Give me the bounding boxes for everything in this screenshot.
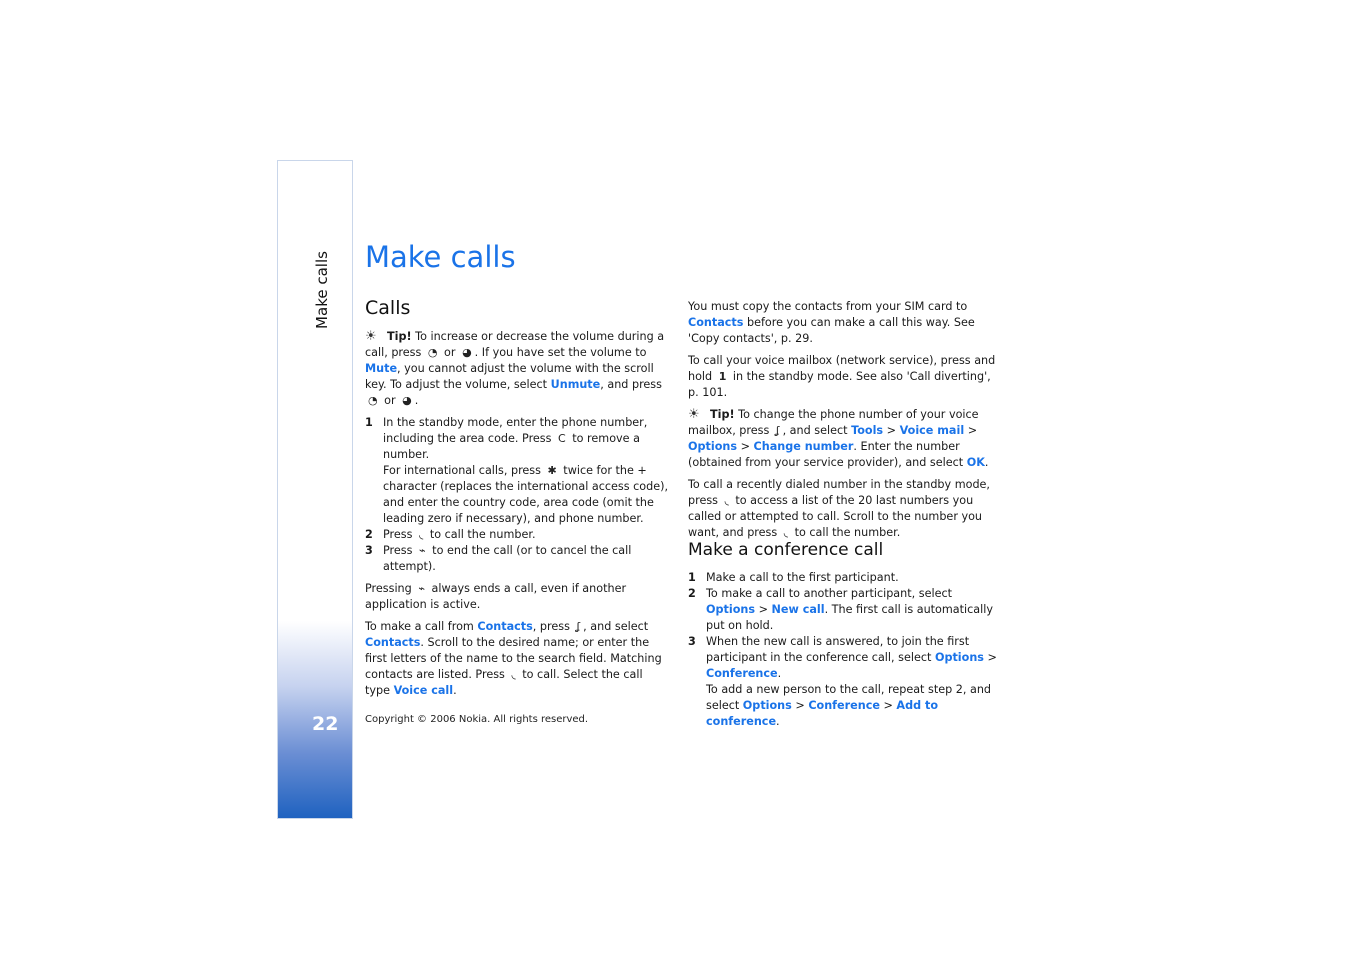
list-item: 1 Make a call to the first participant. — [688, 571, 899, 584]
left-column: ☀ Tip! To increase or decrease the volume… — [365, 329, 670, 705]
section-heading-conference: Make a conference call — [688, 540, 884, 560]
tip-volume: ☀ Tip! To increase or decrease the volume… — [365, 329, 665, 407]
link-unmute: Unmute — [550, 378, 601, 391]
copyright: Copyright © 2006 Nokia. All rights reser… — [365, 714, 589, 725]
contacts-paragraph: To make a call from Contacts, press ʆ, a… — [365, 620, 662, 697]
tip-bulb-icon: ☀ — [365, 329, 377, 344]
copy-contacts-paragraph: You must copy the contacts from your SIM… — [688, 300, 975, 345]
volume-down-icon: ◕ — [402, 394, 412, 407]
clear-key-icon: C — [558, 432, 566, 445]
link-mute: Mute — [365, 362, 398, 375]
end-key-icon: ⌁ — [418, 582, 425, 595]
volume-down-icon: ◕ — [462, 346, 472, 359]
call-key-icon: ◟ — [511, 668, 516, 681]
volume-up-icon: ◔ — [427, 346, 438, 359]
recent-paragraph: To call a recently dialed number in the … — [688, 478, 990, 539]
star-key-icon: ✱ — [547, 464, 557, 477]
tip-bulb-icon: ☀ — [688, 407, 700, 422]
volume-up-icon: ◔ — [368, 394, 378, 407]
end-key-icon: ⌁ — [419, 544, 426, 557]
call-key-icon: ◟ — [724, 494, 729, 507]
conference-steps: 1 Make a call to the first participant. 2… — [688, 570, 998, 736]
list-item: 3 Press ⌁ to end the call (or to cancel t… — [365, 544, 632, 573]
call-key-icon: ◟ — [419, 528, 424, 541]
section-heading-calls: Calls — [365, 297, 411, 319]
mailbox-paragraph: To call your voice mailbox (network serv… — [688, 354, 996, 399]
right-column: You must copy the contacts from your SIM… — [688, 299, 998, 547]
menu-key-icon: ʆ — [775, 424, 780, 437]
list-item: 2 To make a call to another participant, … — [688, 587, 993, 632]
chapter-label: Make calls — [313, 251, 331, 329]
list-item: 3 When the new call is answered, to join … — [688, 635, 997, 728]
page-number: 22 — [312, 713, 339, 735]
menu-key-icon: ʆ — [576, 620, 581, 633]
call-key-icon: ◟ — [783, 526, 789, 539]
page-title: Make calls — [365, 240, 516, 274]
pressing-paragraph: Pressing ⌁ always ends a call, even if a… — [365, 582, 627, 611]
list-item: 1 In the standby mode, enter the phone nu… — [365, 416, 669, 525]
tip-voice-mail: ☀ Tip! To change the phone number of your… — [688, 407, 989, 469]
calls-steps: 1 In the standby mode, enter the phone nu… — [365, 415, 670, 575]
list-item: 2 Press ◟ to call the number. — [365, 528, 536, 541]
one-key-icon: 1 — [718, 370, 727, 383]
